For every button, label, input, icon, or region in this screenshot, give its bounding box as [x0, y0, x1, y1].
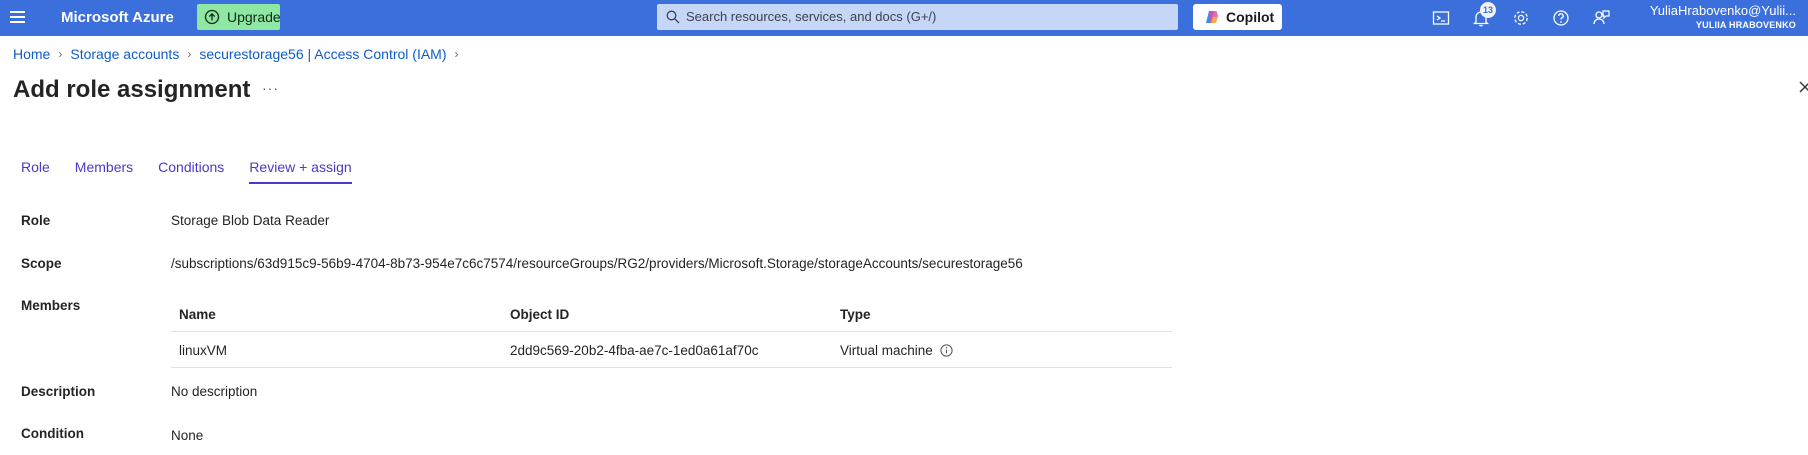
search-placeholder: Search resources, services, and docs (G+… [686, 9, 937, 24]
chevron-right-icon: › [454, 47, 459, 61]
member-object-id: 2dd9c569-20b2-4fba-ae7c-1ed0a61af70c [510, 343, 759, 358]
info-icon[interactable] [939, 344, 953, 357]
tab-members[interactable]: Members [75, 159, 133, 184]
page-title: Add role assignment [13, 76, 251, 103]
condition-value: None [171, 428, 204, 443]
condition-label: Condition [21, 426, 84, 441]
top-bar: Microsoft Azure Upgrade Search resources… [0, 0, 1808, 36]
members-table: Name Object ID Type linuxVM 2dd9c569-20b… [171, 296, 1172, 368]
search-icon [666, 10, 680, 24]
more-options-button[interactable]: ··· [262, 80, 279, 96]
breadcrumb-iam[interactable]: securestorage56 | Access Control (IAM) [199, 46, 446, 62]
breadcrumb: Home › Storage accounts › securestorage5… [13, 46, 467, 62]
tab-review-assign[interactable]: Review + assign [249, 159, 352, 184]
column-header-type: Type [840, 307, 871, 322]
chevron-right-icon: › [187, 47, 192, 61]
tab-role[interactable]: Role [21, 159, 50, 184]
copilot-button[interactable]: Copilot [1193, 4, 1282, 30]
notification-count-badge: 13 [1480, 2, 1496, 18]
help-icon[interactable] [1551, 8, 1571, 28]
table-header-row: Name Object ID Type [171, 296, 1172, 332]
role-value: Storage Blob Data Reader [171, 213, 330, 228]
table-row: linuxVM 2dd9c569-20b2-4fba-ae7c-1ed0a61a… [171, 332, 1172, 368]
column-header-name: Name [179, 307, 216, 322]
scope-label: Scope [21, 256, 62, 271]
member-type-label: Virtual machine [840, 343, 933, 358]
column-header-object-id: Object ID [510, 307, 570, 322]
member-type: Virtual machine [840, 343, 953, 358]
close-icon[interactable] [1798, 80, 1808, 94]
upgrade-icon [204, 9, 220, 25]
scope-value: /subscriptions/63d915c9-56b9-4704-8b73-9… [171, 256, 1023, 271]
description-label: Description [21, 384, 96, 399]
members-label: Members [21, 298, 81, 313]
gear-icon[interactable] [1511, 8, 1531, 28]
tab-conditions[interactable]: Conditions [158, 159, 224, 184]
user-name: YuliaHrabovenko@Yulii... [1649, 3, 1796, 18]
description-value: No description [171, 384, 258, 399]
chevron-right-icon: › [58, 47, 63, 61]
role-label: Role [21, 213, 51, 228]
brand-link[interactable]: Microsoft Azure [61, 9, 174, 26]
upgrade-label: Upgrade [227, 9, 281, 25]
user-org: YULIIA HRABOVENKO [1695, 20, 1796, 30]
search-input[interactable]: Search resources, services, and docs (G+… [657, 4, 1178, 30]
copilot-icon [1206, 11, 1218, 23]
feedback-icon[interactable] [1591, 8, 1611, 28]
account-menu[interactable]: YuliaHrabovenko@Yulii... YULIIA HRABOVEN… [1650, 3, 1796, 31]
breadcrumb-storage-accounts[interactable]: Storage accounts [70, 46, 179, 62]
upgrade-button[interactable]: Upgrade [197, 4, 281, 30]
wizard-tabs: Role Members Conditions Review + assign [21, 159, 377, 184]
copilot-label: Copilot [1226, 9, 1275, 25]
cloud-shell-icon[interactable] [1431, 8, 1451, 28]
breadcrumb-home[interactable]: Home [13, 46, 50, 62]
member-name: linuxVM [179, 343, 228, 358]
menu-icon[interactable] [10, 11, 25, 24]
